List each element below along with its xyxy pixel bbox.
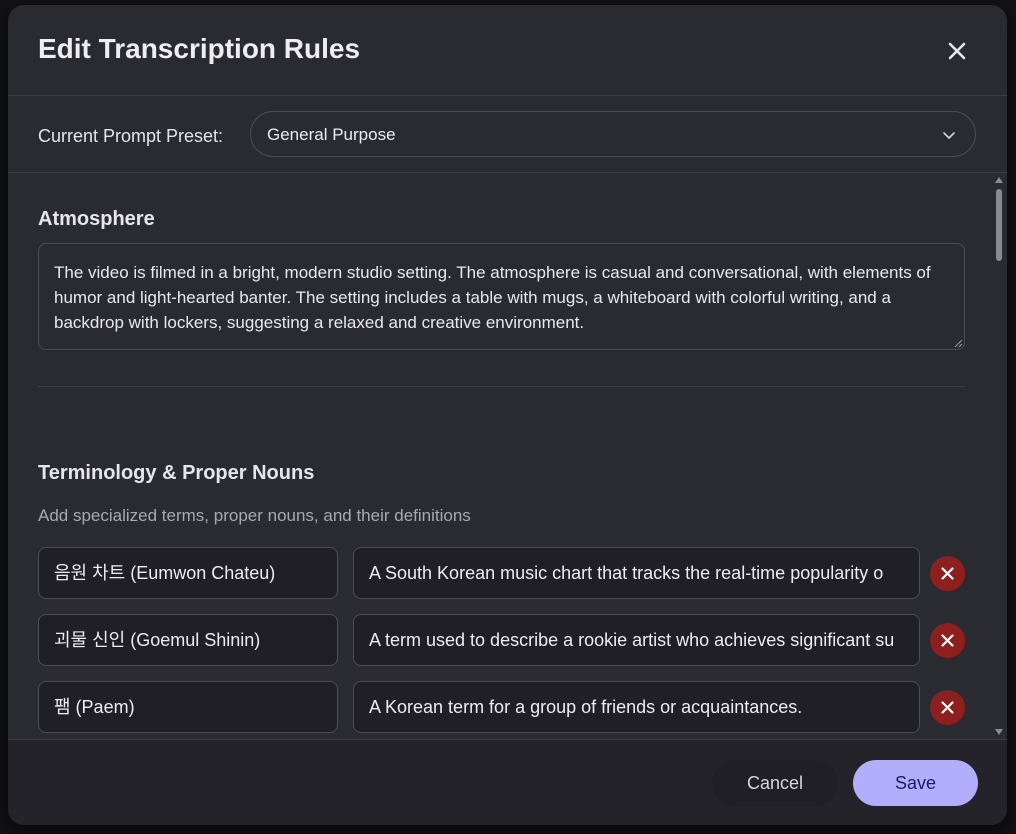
preset-select[interactable]: General Purpose — [250, 111, 976, 157]
close-icon — [941, 634, 954, 647]
close-icon — [941, 567, 954, 580]
term-input[interactable]: 팸 (Paem) — [38, 681, 338, 733]
save-button[interactable]: Save — [853, 760, 978, 806]
term-input[interactable]: 괴물 신인 (Goemul Shinin) — [38, 614, 338, 666]
edit-transcription-rules-dialog: Edit Transcription Rules Current Prompt … — [8, 5, 1007, 825]
terminology-title: Terminology & Proper Nouns — [38, 462, 315, 484]
rules-scroll-area: Atmosphere The video is filmed in a brig… — [8, 173, 1007, 739]
term-row: 괴물 신인 (Goemul Shinin) A term used to des… — [38, 614, 968, 666]
dialog-title: Edit Transcription Rules — [38, 33, 361, 64]
resize-grip-icon[interactable] — [954, 339, 963, 348]
term-input[interactable]: 음원 차트 (Eumwon Chateu) — [38, 547, 338, 599]
close-icon — [941, 701, 954, 714]
scroll-down-arrow-icon[interactable] — [995, 729, 1003, 735]
preset-row: Current Prompt Preset: General Purpose — [8, 96, 1007, 173]
remove-term-button[interactable] — [930, 556, 965, 591]
dialog-footer: Cancel Save — [8, 739, 1007, 825]
remove-term-button[interactable] — [930, 690, 965, 725]
preset-label: Current Prompt Preset: — [38, 126, 224, 146]
terminology-subtitle: Add specialized terms, proper nouns, and… — [38, 506, 471, 525]
preset-selected-value: General Purpose — [267, 125, 396, 144]
term-row: 팸 (Paem) A Korean term for a group of fr… — [38, 681, 968, 733]
chevron-down-icon — [943, 132, 955, 139]
atmosphere-textarea[interactable]: The video is filmed in a bright, modern … — [38, 243, 965, 350]
close-icon — [948, 42, 966, 60]
scroll-thumb[interactable] — [996, 189, 1002, 261]
close-button[interactable] — [943, 37, 971, 65]
scrollbar[interactable] — [991, 173, 1007, 739]
section-divider — [38, 386, 965, 387]
remove-term-button[interactable] — [930, 623, 965, 658]
definition-input[interactable]: A South Korean music chart that tracks t… — [353, 547, 920, 599]
scroll-up-arrow-icon[interactable] — [995, 177, 1003, 183]
dialog-header: Edit Transcription Rules — [8, 5, 1007, 96]
definition-input[interactable]: A term used to describe a rookie artist … — [353, 614, 920, 666]
atmosphere-title: Atmosphere — [38, 208, 155, 230]
term-row: 음원 차트 (Eumwon Chateu) A South Korean mus… — [38, 547, 968, 599]
definition-input[interactable]: A Korean term for a group of friends or … — [353, 681, 920, 733]
cancel-button[interactable]: Cancel — [712, 760, 838, 806]
